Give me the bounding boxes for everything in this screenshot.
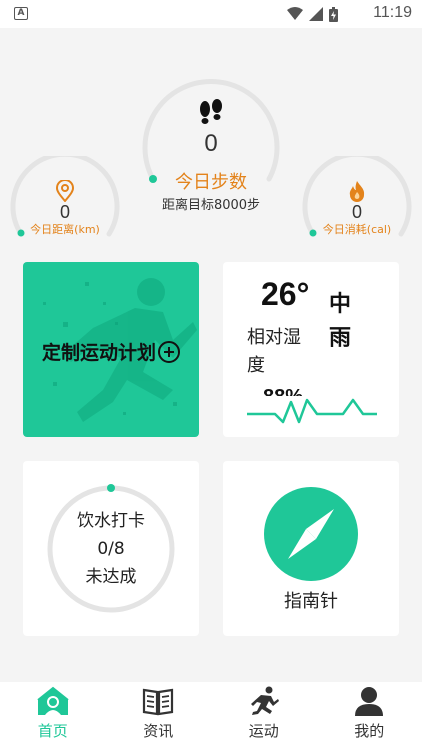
notification-a-icon: A bbox=[14, 7, 28, 20]
clock-time: 11:19 bbox=[373, 4, 412, 21]
nav-label-me: 我的 bbox=[354, 722, 385, 740]
water-checkin-card[interactable]: 饮水打卡 0/8 未达成 bbox=[23, 461, 199, 636]
bottom-nav: 首页 资讯 运动 我的 bbox=[0, 682, 422, 748]
plus-circle-icon bbox=[158, 340, 180, 363]
humidity-label: 相对湿度 bbox=[247, 327, 301, 376]
distance-value: 0 bbox=[59, 202, 70, 222]
footprints-icon bbox=[200, 99, 222, 124]
humidity-wave-line bbox=[247, 398, 377, 424]
weather-condition: 中雨 bbox=[328, 292, 351, 351]
nav-label-news: 资讯 bbox=[143, 722, 174, 740]
compass-label: 指南针 bbox=[284, 591, 338, 612]
flame-icon bbox=[349, 181, 365, 202]
compass-icon bbox=[264, 487, 358, 581]
home-icon bbox=[37, 686, 69, 715]
plan-label: 定制运动计划 bbox=[41, 342, 156, 364]
nav-label-sports: 运动 bbox=[248, 722, 279, 740]
steps-value: 0 bbox=[204, 130, 218, 157]
nav-item-home[interactable]: 首页 bbox=[0, 682, 106, 748]
book-icon bbox=[143, 688, 174, 716]
distance-gauge[interactable]: 0 今日距离(km) bbox=[10, 156, 120, 246]
water-title: 饮水打卡 bbox=[77, 511, 145, 531]
water-progress: 0/8 bbox=[97, 539, 125, 559]
plan-label-row: 定制运动计划 bbox=[23, 338, 199, 365]
nav-item-news[interactable]: 资讯 bbox=[106, 682, 212, 748]
nav-item-me[interactable]: 我的 bbox=[317, 682, 422, 748]
location-pin-icon bbox=[55, 180, 75, 202]
water-status: 未达成 bbox=[85, 567, 137, 587]
temperature: 26° bbox=[261, 276, 310, 312]
distance-label: 今日距离(km) bbox=[30, 223, 100, 236]
status-bar: A 11:19 bbox=[0, 0, 422, 28]
wifi-icon bbox=[287, 7, 303, 20]
steps-label: 今日步数 bbox=[175, 172, 247, 193]
weather-card[interactable]: 26° 中雨 相对湿度 88% bbox=[223, 262, 399, 437]
nav-label-home: 首页 bbox=[37, 722, 68, 740]
battery-icon bbox=[329, 6, 338, 22]
calories-gauge[interactable]: 0 今日消耗(cal) bbox=[302, 156, 412, 246]
running-icon bbox=[250, 686, 279, 715]
nav-item-sports[interactable]: 运动 bbox=[211, 682, 317, 748]
signal-icon bbox=[309, 7, 323, 21]
calories-label: 今日消耗(cal) bbox=[322, 223, 392, 236]
status-icons bbox=[287, 6, 338, 22]
calories-value: 0 bbox=[351, 202, 362, 222]
user-icon bbox=[355, 687, 384, 716]
custom-plan-card[interactable]: 定制运动计划 bbox=[23, 262, 199, 437]
compass-card[interactable]: 指南针 bbox=[223, 461, 399, 636]
